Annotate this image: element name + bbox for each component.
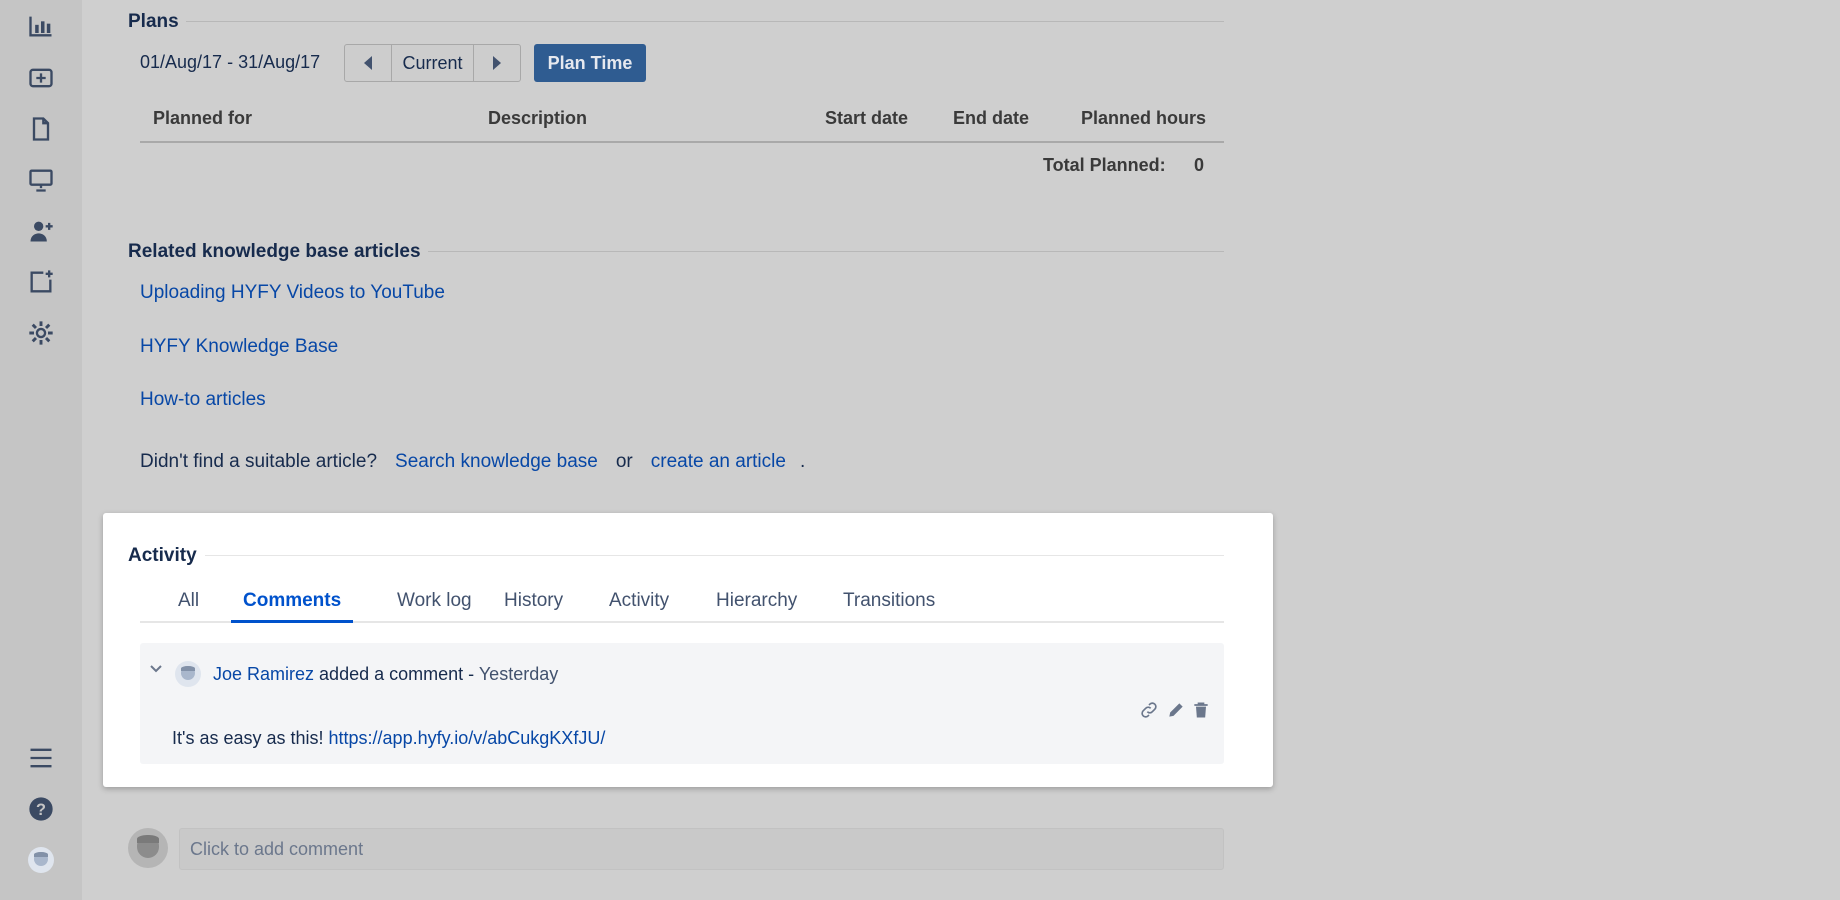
- menu-icon[interactable]: [23, 740, 59, 776]
- add-box-icon[interactable]: [23, 60, 59, 96]
- permalink-icon[interactable]: [1139, 700, 1159, 720]
- kb-footer-text: Didn't find a suitable article?: [140, 451, 378, 472]
- tab-transitions[interactable]: Transitions: [831, 590, 947, 623]
- column-planned-hours[interactable]: Planned hours: [1081, 108, 1206, 129]
- kb-article-link[interactable]: HYFY Knowledge Base: [140, 336, 338, 358]
- total-planned-label: Total Planned:: [1043, 155, 1166, 175]
- column-description[interactable]: Description: [488, 108, 587, 129]
- current-period-button[interactable]: Current: [391, 45, 474, 81]
- kb-divider: [428, 251, 1224, 252]
- table-header-divider: [140, 141, 1224, 143]
- avatar-icon[interactable]: [23, 842, 59, 878]
- new-page-icon[interactable]: [23, 264, 59, 300]
- column-planned-for[interactable]: Planned for: [153, 108, 252, 129]
- chevron-left-icon: [364, 56, 372, 70]
- period-pager: Current: [344, 44, 521, 82]
- plan-time-button[interactable]: Plan Time: [534, 44, 646, 82]
- tab-history[interactable]: History: [492, 590, 575, 623]
- activity-heading: Activity: [128, 545, 197, 566]
- document-icon[interactable]: [23, 111, 59, 147]
- comment-body: It's as easy as this! https://app.hyfy.i…: [172, 728, 605, 749]
- chevron-right-icon: [493, 56, 501, 70]
- help-icon[interactable]: ?: [23, 791, 59, 827]
- next-period-button[interactable]: [474, 45, 520, 81]
- tab-work-log[interactable]: Work log: [385, 590, 484, 623]
- delete-icon[interactable]: [1191, 700, 1211, 720]
- avatar[interactable]: [175, 661, 201, 687]
- svg-text:?: ?: [36, 801, 46, 819]
- kb-article-link[interactable]: Uploading HYFY Videos to YouTube: [140, 282, 445, 304]
- gear-icon[interactable]: [23, 315, 59, 351]
- column-end-date[interactable]: End date: [953, 108, 1029, 129]
- add-user-icon[interactable]: [23, 213, 59, 249]
- tab-activity[interactable]: Activity: [597, 590, 681, 623]
- comment-header: Joe Ramirez added a comment - Yesterday: [213, 664, 558, 685]
- previous-period-button[interactable]: [345, 45, 391, 81]
- comment-author-link[interactable]: Joe Ramirez: [213, 664, 314, 684]
- kb-heading: Related knowledge base articles: [128, 241, 421, 262]
- create-article-link[interactable]: create an article: [651, 451, 786, 473]
- plans-heading: Plans: [128, 11, 179, 32]
- total-planned-value: 0: [1194, 155, 1205, 175]
- or-text: or: [615, 451, 633, 472]
- activity-divider: [205, 555, 1224, 556]
- period-text: .: [799, 451, 806, 472]
- bar-chart-icon[interactable]: [23, 8, 59, 44]
- search-kb-link[interactable]: Search knowledge base: [395, 451, 598, 473]
- kb-article-link[interactable]: How-to articles: [140, 389, 266, 411]
- kb-footer: Didn't find a suitable article? Search k…: [140, 451, 805, 473]
- date-range: 01/Aug/17 - 31/Aug/17: [140, 52, 321, 72]
- tab-all[interactable]: All: [166, 590, 211, 623]
- edit-icon[interactable]: [1166, 700, 1186, 720]
- comment-text: It's as easy as this!: [172, 728, 324, 748]
- left-sidebar: ?: [0, 0, 82, 900]
- collapse-toggle[interactable]: [148, 661, 164, 677]
- plans-divider: [186, 21, 1224, 22]
- activity-tabs: All Comments Work log History Activity H…: [140, 590, 1224, 623]
- comment-url-link[interactable]: https://app.hyfy.io/v/abCukgKXfJU/: [329, 728, 606, 748]
- tab-hierarchy[interactable]: Hierarchy: [704, 590, 809, 623]
- current-user-avatar: [128, 828, 168, 868]
- add-comment-input[interactable]: Click to add comment: [179, 828, 1224, 870]
- monitor-icon[interactable]: [23, 162, 59, 198]
- comment-time[interactable]: Yesterday: [479, 664, 558, 684]
- column-start-date[interactable]: Start date: [825, 108, 908, 129]
- chevron-down-icon: [150, 665, 162, 673]
- tab-comments[interactable]: Comments: [231, 590, 354, 623]
- comment-action: added a comment -: [319, 664, 475, 684]
